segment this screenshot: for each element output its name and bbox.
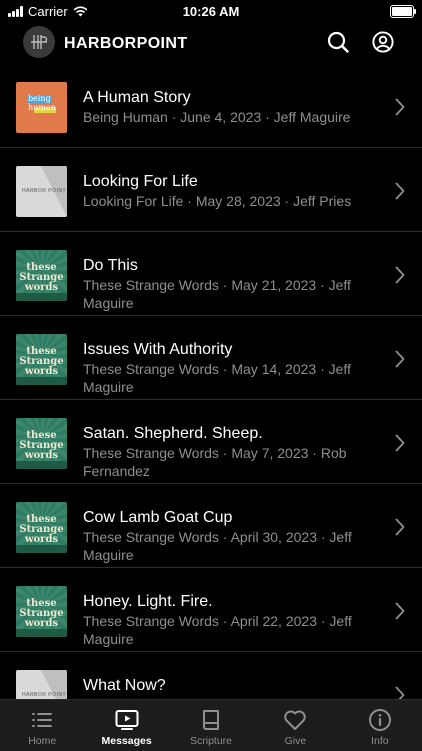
message-list[interactable]: being human A Human Story Being Human · Ju…: [0, 64, 422, 699]
strange-words-thumbnail: these Strange words: [16, 418, 67, 469]
book-icon: [199, 708, 223, 735]
message-meta: These Strange Words · May 21, 2023 · Jef…: [83, 277, 351, 311]
strange-words-thumbnail: these Strange words: [16, 586, 67, 637]
heart-icon: [283, 708, 307, 735]
logo-mark-icon: [31, 35, 48, 49]
message-meta: These Strange Words · April 22, 2023 · J…: [83, 613, 352, 647]
play-screen-icon: [115, 708, 139, 735]
status-time: 10:26 AM: [182, 4, 240, 19]
message-row[interactable]: these Strange words Cow Lamb Goat Cup Thes…: [0, 484, 422, 568]
tab-label: Home: [28, 735, 57, 747]
chevron-right-icon: [395, 266, 405, 284]
thumbnail-text: these Strange words: [19, 598, 64, 629]
tab-messages[interactable]: Messages: [84, 700, 168, 751]
chevron-right-icon: [395, 602, 405, 620]
thumbnail-text: these Strange words: [19, 514, 64, 545]
tab-scripture[interactable]: Scripture: [169, 700, 253, 751]
thumbnail-text: these Strange words: [19, 262, 64, 293]
message-row[interactable]: HARBOR POINT Looking For Life Looking For …: [0, 148, 422, 232]
tab-label: Give: [284, 735, 307, 747]
app-header: HARBORPOINT: [0, 24, 422, 64]
tab-label: Messages: [101, 735, 152, 747]
message-row[interactable]: these Strange words Issues With Authority…: [0, 316, 422, 400]
thumbnail-text: HARBOR POINT: [22, 188, 67, 194]
chevron-right-icon: [395, 350, 405, 368]
harborpoint-logo[interactable]: [23, 26, 55, 58]
message-title: Do This: [83, 257, 138, 274]
message-meta: Looking For Life · May 28, 2023 · Jeff P…: [83, 193, 352, 209]
message-row[interactable]: these Strange words Do This These Strange …: [0, 232, 422, 316]
being-human-thumbnail: being human: [16, 82, 67, 133]
chevron-right-icon: [395, 98, 405, 116]
info-icon: [368, 708, 392, 735]
profile-button[interactable]: [371, 30, 395, 54]
message-title: What Now?: [83, 677, 166, 694]
message-row[interactable]: HARBOR POINTWhat Now?What Now? · April 1…: [0, 652, 422, 699]
message-meta: These Strange Words · April 30, 2023 · J…: [83, 529, 352, 563]
message-row[interactable]: these Strange words Satan. Shepherd. Shee…: [0, 400, 422, 484]
strange-words-thumbnail: these Strange words: [16, 334, 67, 385]
chevron-right-icon: [395, 434, 405, 452]
message-title: A Human Story: [83, 89, 191, 106]
brand-title: HARBORPOINT: [64, 35, 188, 52]
harborpoint-thumbnail: HARBOR POINT: [16, 670, 67, 699]
thumbnail-text: these Strange words: [19, 346, 64, 377]
chevron-right-icon: [395, 518, 405, 536]
chevron-right-icon: [395, 686, 405, 699]
list-icon: [30, 708, 54, 735]
tab-home[interactable]: Home: [0, 700, 84, 751]
message-title: Looking For Life: [83, 173, 198, 190]
chevron-right-icon: [395, 182, 405, 200]
thumbnail-text: HARBOR POINT: [22, 692, 67, 698]
message-meta: Being Human · June 4, 2023 · Jeff Maguir…: [83, 109, 351, 125]
message-row[interactable]: being human A Human Story Being Human · Ju…: [0, 64, 422, 148]
user-icon: [372, 31, 394, 53]
message-title: Issues With Authority: [83, 341, 233, 358]
message-meta: These Strange Words · May 14, 2023 · Jef…: [83, 361, 351, 395]
harborpoint-thumbnail: HARBOR POINT: [16, 166, 67, 217]
battery-icon: [390, 5, 416, 18]
message-row[interactable]: these Strange words Honey. Light. Fire. Th…: [0, 568, 422, 652]
tab-label: Scripture: [190, 735, 233, 747]
message-title: Satan. Shepherd. Sheep.: [83, 425, 263, 442]
strange-words-thumbnail: these Strange words: [16, 502, 67, 553]
tab-bar: Home Messages Scripture Give Info: [0, 699, 422, 751]
message-meta: These Strange Words · May 7, 2023 · Rob …: [83, 445, 347, 479]
tab-label: Info: [371, 735, 389, 747]
thumbnail-text: being human: [28, 94, 56, 112]
status-bar: Carrier 10:26 AM: [0, 0, 422, 24]
message-title: Honey. Light. Fire.: [83, 593, 213, 610]
thumbnail-text: these Strange words: [19, 430, 64, 461]
tab-give[interactable]: Give: [253, 700, 337, 751]
tab-info[interactable]: Info: [338, 700, 422, 751]
search-icon: [327, 31, 349, 53]
search-button[interactable]: [326, 30, 350, 54]
message-title: Cow Lamb Goat Cup: [83, 509, 233, 526]
strange-words-thumbnail: these Strange words: [16, 250, 67, 301]
